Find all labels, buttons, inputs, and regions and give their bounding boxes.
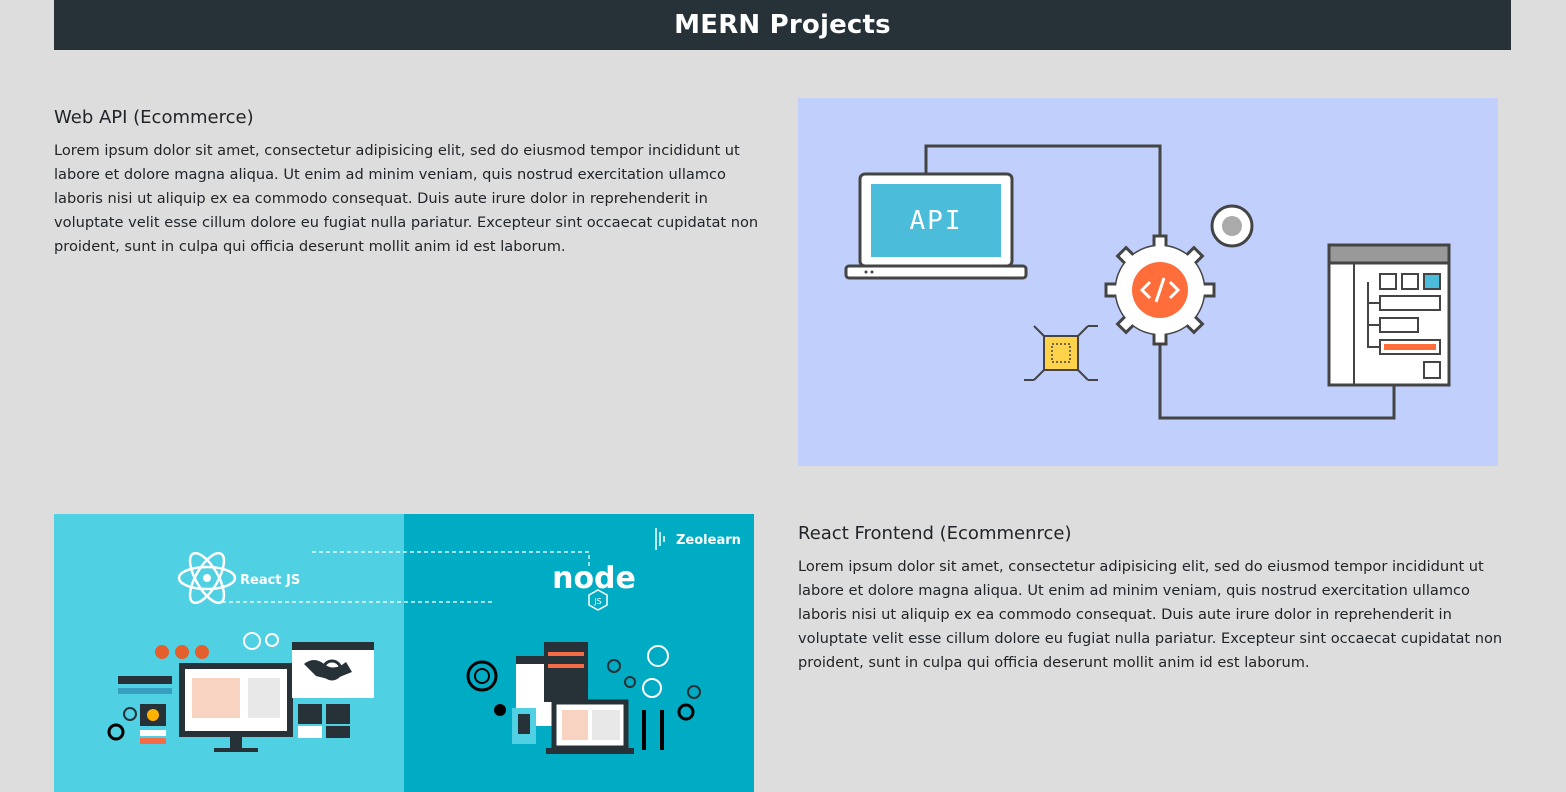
api-illustration-image: API [798, 98, 1498, 466]
api-screen-label: API [910, 206, 963, 236]
project-title-web-api: Web API (Ecommerce) [54, 107, 254, 128]
project-description-web-api: Lorem ipsum dolor sit amet, consectetur … [54, 142, 759, 255]
react-js-label: React JS [240, 573, 300, 588]
project-description-react-frontend: Lorem ipsum dolor sit amet, consectetur … [798, 558, 1503, 671]
page-header: MERN Projects [54, 0, 1511, 50]
zeolearn-brand-label: Zeolearn [676, 533, 741, 548]
zeolearn-logo-icon [655, 528, 665, 550]
react-node-illustration-image: React JS node JS Zeolearn [54, 514, 754, 792]
node-js-sub-label: JS [593, 597, 601, 606]
node-logo-text: node [552, 561, 636, 596]
project-title-react-frontend: React Frontend (Ecommenrce) [798, 523, 1072, 544]
page-title: MERN Projects [674, 10, 891, 40]
